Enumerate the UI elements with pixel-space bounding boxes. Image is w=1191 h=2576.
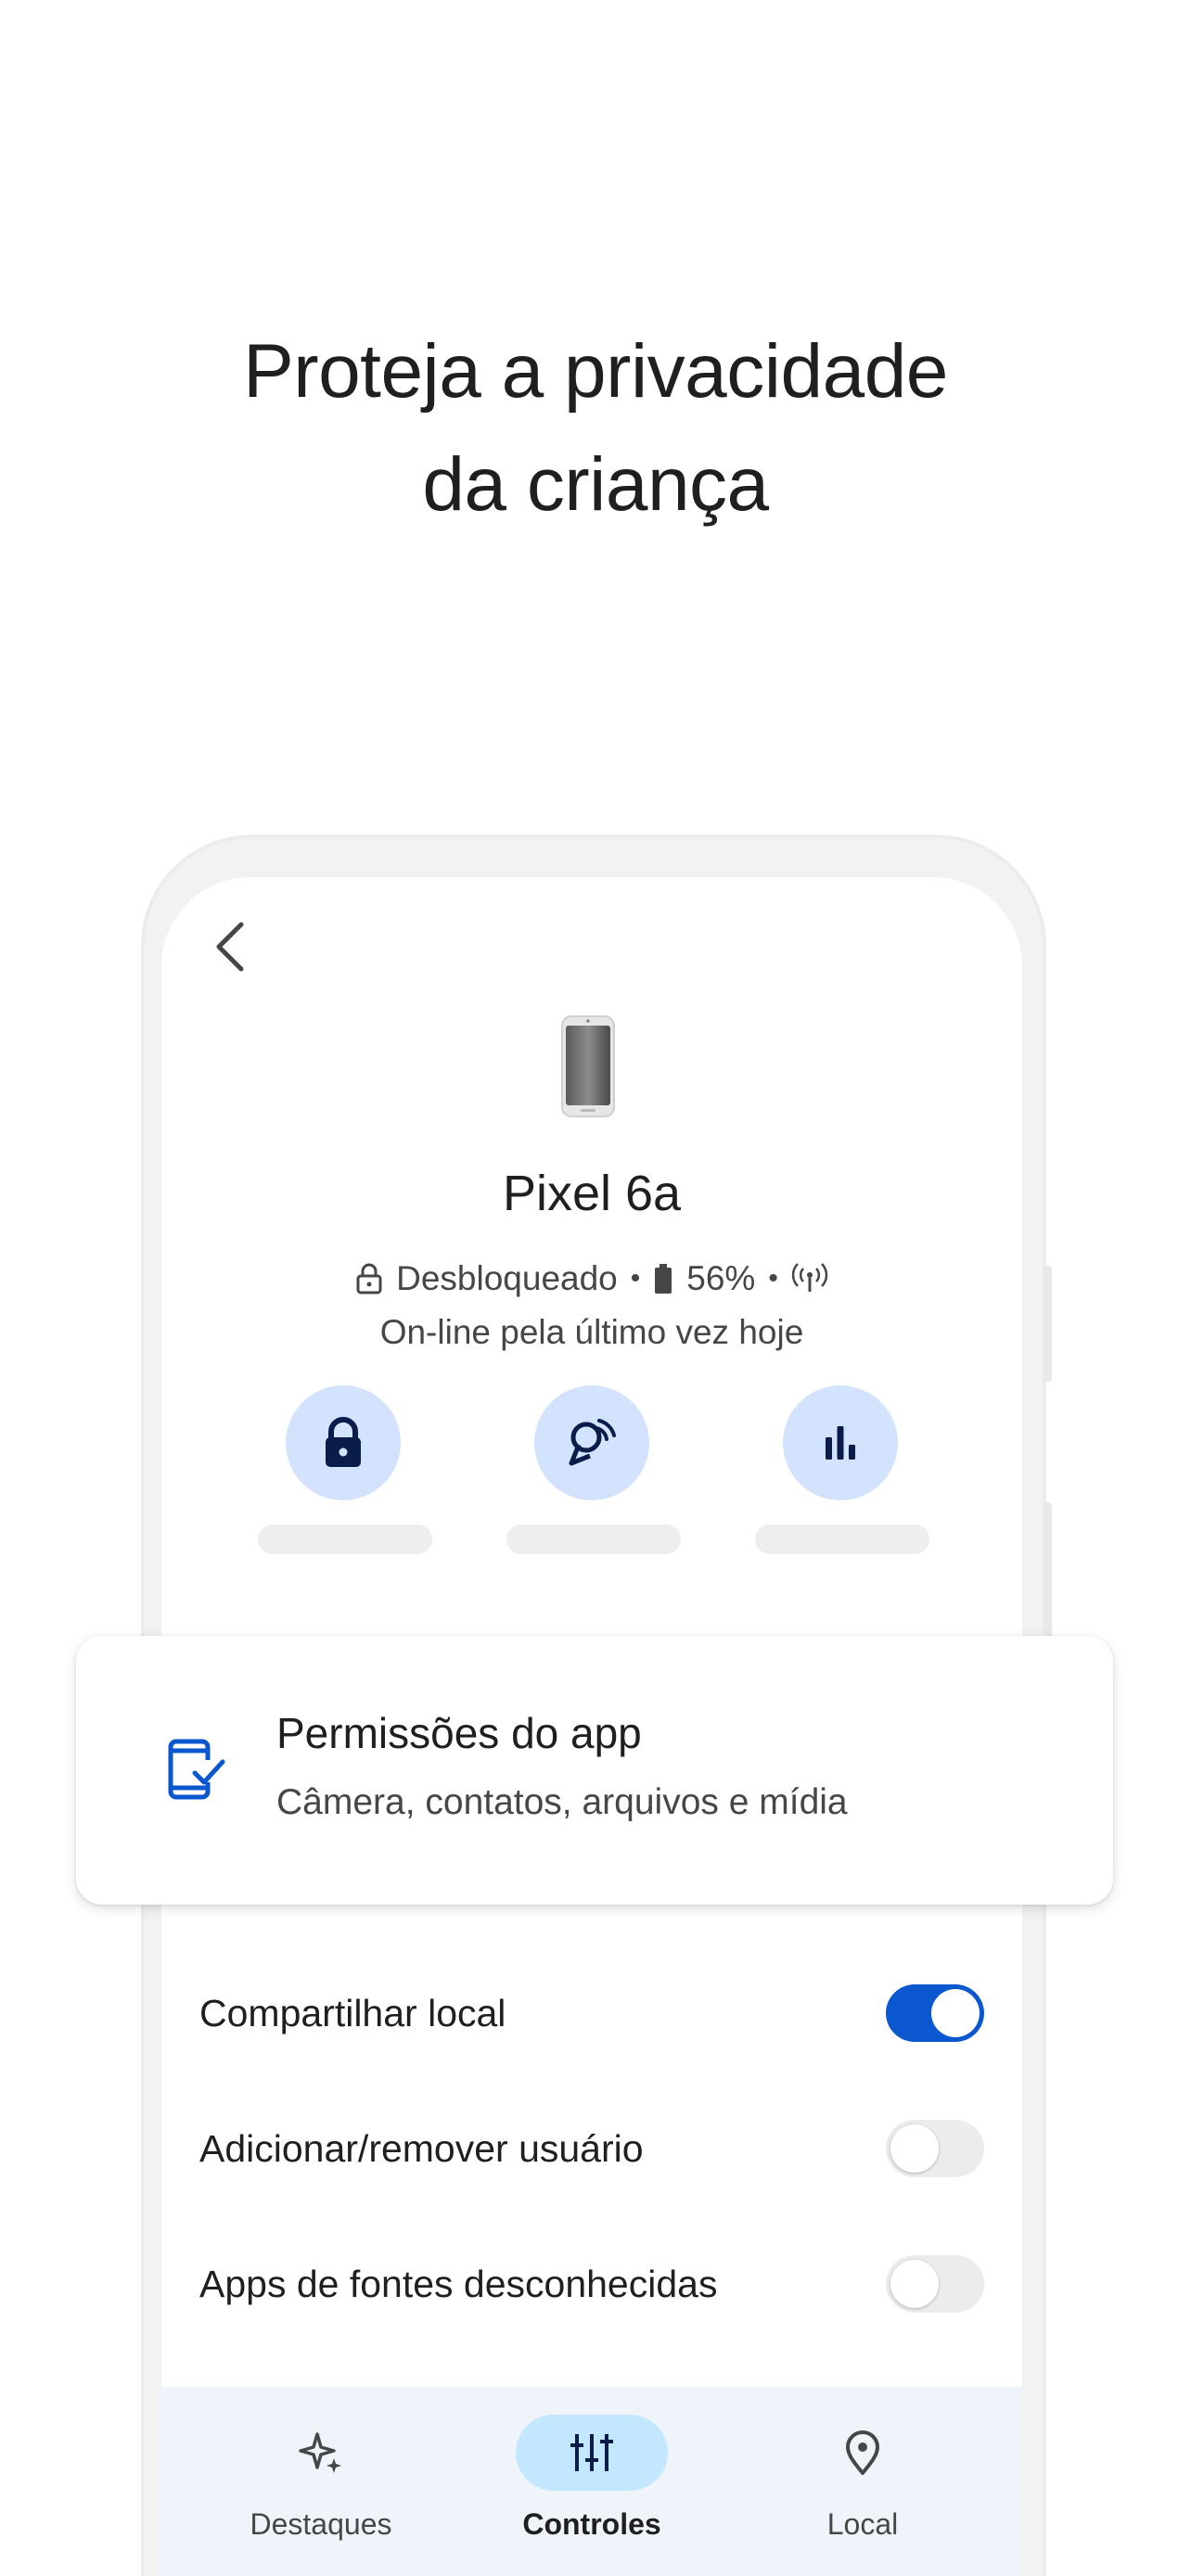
nav-item-local[interactable]: Local	[751, 2415, 974, 2542]
signal-broadcast-icon	[791, 1263, 828, 1292]
nav-label: Local	[826, 2507, 899, 2541]
phone-power-button	[1044, 1266, 1052, 1382]
device-status-row: Desbloqueado • 56% •	[161, 1259, 1022, 1298]
battery-icon	[655, 1264, 672, 1294]
usage-stats-button[interactable]	[783, 1385, 898, 1500]
action-label-placeholder	[258, 1524, 432, 1554]
toggle-label: Compartilhar local	[199, 1991, 506, 2034]
back-button[interactable]	[202, 914, 258, 979]
onboarding-page: Proteja a privacidade da criança Pixel 6…	[0, 0, 1191, 2576]
lock-device-button[interactable]	[286, 1385, 401, 1500]
nav-item-destaques[interactable]: Destaques	[210, 2415, 432, 2542]
tune-icon	[570, 2434, 613, 2471]
bar-chart-icon	[826, 1426, 855, 1460]
ring-device-icon	[569, 1419, 616, 1466]
app-permissions-icon	[168, 1739, 225, 1800]
lock-icon	[326, 1417, 361, 1467]
lock-open-icon	[356, 1263, 382, 1294]
device-name: Pixel 6a	[502, 1166, 682, 1221]
nav-pill-active	[516, 2415, 668, 2491]
switch-knob	[890, 2260, 939, 2308]
page-headline: Proteja a privacidade da criança	[0, 315, 1191, 542]
toggle-label: Apps de fontes desconhecidas	[199, 2262, 718, 2305]
nav-label: Controles	[522, 2507, 661, 2541]
headline-line-2: da criança	[422, 442, 769, 527]
app-permissions-card[interactable]: Permissões do app Câmera, contatos, arqu…	[76, 1636, 1113, 1905]
lock-status: Desbloqueado	[396, 1259, 618, 1297]
sparkle-icon	[299, 2432, 341, 2473]
phone-device-image	[561, 1015, 615, 1117]
share-location-switch[interactable]	[886, 1984, 984, 2042]
add-remove-user-switch[interactable]	[886, 2120, 984, 2177]
switch-knob	[931, 1989, 980, 2037]
nav-pill	[245, 2415, 397, 2491]
action-label-placeholder	[506, 1524, 681, 1554]
toggle-row-add-remove-user: Adicionar/remover usuário	[199, 2111, 984, 2186]
toggle-label: Adicionar/remover usuário	[199, 2126, 644, 2170]
unknown-sources-switch[interactable]	[886, 2255, 984, 2313]
headline-line-1: Proteja a privacidade	[243, 329, 948, 414]
switch-knob	[890, 2124, 939, 2173]
permissions-card-title: Permissões do app	[276, 1709, 642, 1757]
ring-device-button[interactable]	[534, 1385, 649, 1500]
back-arrow-icon	[216, 922, 244, 972]
battery-level: 56%	[686, 1259, 756, 1297]
permissions-card-subtitle: Câmera, contatos, arquivos e mídia	[276, 1782, 848, 1822]
toggle-row-unknown-sources: Apps de fontes desconhecidas	[199, 2247, 984, 2321]
last-online-text: On-line pela último vez hoje	[379, 1313, 804, 1351]
separator-dot: •	[768, 1263, 778, 1294]
action-label-placeholder	[755, 1524, 929, 1554]
nav-item-controles[interactable]: Controles	[480, 2415, 703, 2542]
bottom-navigation: Destaques Controles Local	[161, 2387, 1022, 2576]
nav-pill	[787, 2415, 939, 2491]
toggle-row-share-location: Compartilhar local	[199, 1976, 984, 2050]
location-pin-icon	[846, 2430, 879, 2475]
separator-dot: •	[630, 1263, 641, 1294]
nav-label: Destaques	[250, 2507, 392, 2541]
